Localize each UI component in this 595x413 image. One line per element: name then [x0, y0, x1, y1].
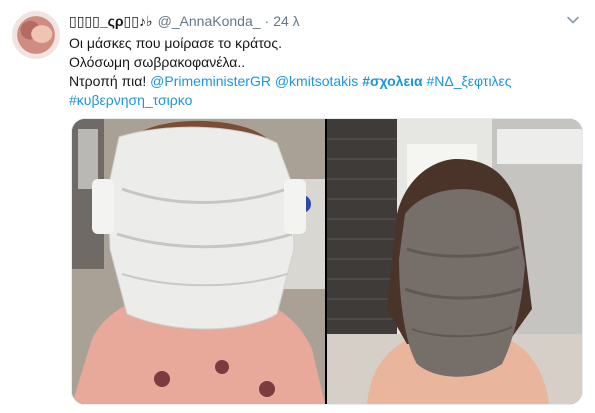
tweet-line-3: Ντροπή πια! @PrimeministerGR @kmitsotaki… [69, 72, 584, 91]
tweet-line-3-text: Ντροπή πια! [69, 73, 147, 89]
hashtag-scholeia[interactable]: #σχολεια [362, 73, 422, 89]
mention-kmitsotakis[interactable]: @kmitsotakis [275, 73, 358, 89]
display-name[interactable]: ▯▯▯▯_ςρ▯▯♪♭ [69, 13, 153, 30]
tweet-media[interactable] [71, 118, 583, 405]
photo-child-mask-art [72, 119, 325, 404]
avatar[interactable] [12, 11, 60, 59]
timestamp[interactable]: 24 λ [273, 13, 299, 29]
hashtag-nd[interactable]: #ΝΔ_ξεφτιλες [426, 73, 511, 89]
chevron-down-icon[interactable] [566, 13, 580, 27]
tweet[interactable]: ▯▯▯▯_ςρ▯▯♪♭ @_AnnaKonda_ · 24 λ Οι μάσκε… [0, 0, 595, 413]
photo-child-mask[interactable] [72, 119, 325, 404]
tweet-line-4: #κυβερνηση_τσιρκο [69, 91, 584, 110]
separator: · [264, 13, 270, 29]
mention-primeminister[interactable]: @PrimeministerGR [150, 73, 271, 89]
tweet-text: Οι μάσκες που μοίρασε το κράτος. Ολόσωμη… [69, 34, 584, 110]
tweet-header: ▯▯▯▯_ςρ▯▯♪♭ @_AnnaKonda_ · 24 λ [69, 12, 300, 30]
tweet-line-2: Ολόσωμη σωβρακοφανέλα.. [69, 54, 246, 70]
photo-woman-mask[interactable] [327, 119, 582, 404]
tweet-line-1: Οι μάσκες που μοίρασε το κράτος. [69, 35, 282, 51]
hashtag-kyvernisi[interactable]: #κυβερνηση_τσιρκο [69, 92, 192, 108]
user-handle[interactable]: @_AnnaKonda_ [158, 13, 261, 29]
photo-woman-mask-art [327, 119, 582, 404]
